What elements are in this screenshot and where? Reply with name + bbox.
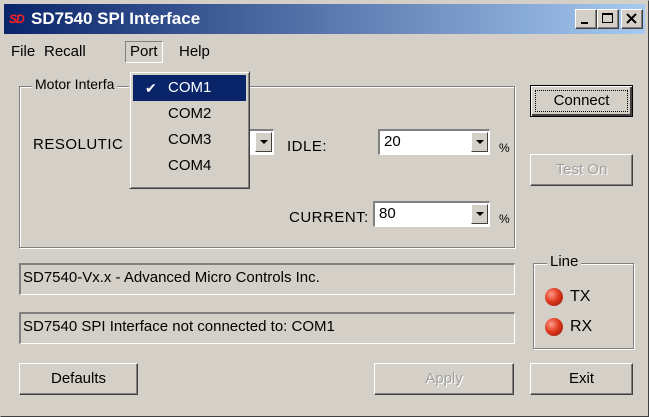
menu-port[interactable]: Port bbox=[125, 41, 163, 63]
current-select[interactable]: 80 bbox=[373, 201, 490, 227]
port-menu-item-label: COM4 bbox=[168, 157, 212, 174]
menu-file[interactable]: File bbox=[11, 43, 35, 60]
port-menu-item-label: COM2 bbox=[168, 105, 212, 122]
close-button[interactable] bbox=[621, 9, 643, 29]
rx-label: RX bbox=[570, 318, 593, 335]
current-label: CURRENT: bbox=[289, 209, 369, 226]
maximize-button[interactable] bbox=[597, 9, 619, 29]
status-version: SD7540-Vx.x - Advanced Micro Controls In… bbox=[19, 263, 515, 295]
rx-led-icon bbox=[545, 318, 563, 336]
port-menu-item-label: COM1 bbox=[168, 79, 212, 96]
idle-value: 20 bbox=[384, 133, 401, 150]
resolution-label: RESOLUTIC bbox=[33, 136, 124, 153]
line-group bbox=[533, 263, 634, 349]
port-menu-item-com1[interactable]: ✔ COM1 bbox=[133, 75, 246, 101]
chevron-down-icon[interactable] bbox=[471, 204, 488, 224]
current-unit: % bbox=[499, 212, 510, 226]
menu-recall[interactable]: Recall bbox=[44, 43, 86, 60]
apply-button[interactable]: Apply bbox=[374, 363, 514, 395]
window-title: SD7540 SPI Interface bbox=[31, 9, 201, 28]
test-on-button[interactable]: Test On bbox=[530, 154, 633, 186]
port-dropdown-menu: ✔ COM1 COM2 COM3 COM4 bbox=[129, 71, 250, 189]
minimize-icon bbox=[581, 22, 588, 24]
port-menu-item-com4[interactable]: COM4 bbox=[133, 153, 246, 179]
port-menu-item-com2[interactable]: COM2 bbox=[133, 101, 246, 127]
port-menu-item-com3[interactable]: COM3 bbox=[133, 127, 246, 153]
title-bar[interactable]: SD SD7540 SPI Interface bbox=[4, 4, 645, 34]
connect-button[interactable]: Connect bbox=[530, 85, 633, 117]
menu-help[interactable]: Help bbox=[179, 43, 210, 60]
chevron-down-icon[interactable] bbox=[255, 132, 272, 152]
current-value: 80 bbox=[379, 205, 396, 222]
close-icon bbox=[626, 13, 637, 24]
tx-led-icon bbox=[545, 288, 563, 306]
idle-select[interactable]: 20 bbox=[378, 129, 490, 155]
app-window: SD SD7540 SPI Interface File Recall Port… bbox=[0, 0, 649, 417]
minimize-button[interactable] bbox=[575, 9, 597, 29]
port-menu-item-label: COM3 bbox=[168, 131, 212, 148]
menu-bar: File Recall Port Help bbox=[4, 39, 645, 65]
line-legend: Line bbox=[547, 253, 582, 270]
connect-button-label: Connect bbox=[535, 90, 628, 112]
status-connection: SD7540 SPI Interface not connected to: C… bbox=[19, 312, 515, 344]
chevron-down-icon[interactable] bbox=[471, 132, 488, 152]
idle-unit: % bbox=[499, 141, 510, 155]
tx-label: TX bbox=[570, 288, 591, 305]
app-logo-icon: SD bbox=[9, 12, 25, 26]
maximize-icon bbox=[602, 13, 613, 23]
idle-label: IDLE: bbox=[287, 138, 328, 155]
check-icon: ✔ bbox=[145, 80, 157, 96]
exit-button[interactable]: Exit bbox=[530, 363, 633, 395]
motor-interface-legend: Motor Interfa bbox=[32, 76, 118, 92]
defaults-button[interactable]: Defaults bbox=[19, 363, 138, 395]
